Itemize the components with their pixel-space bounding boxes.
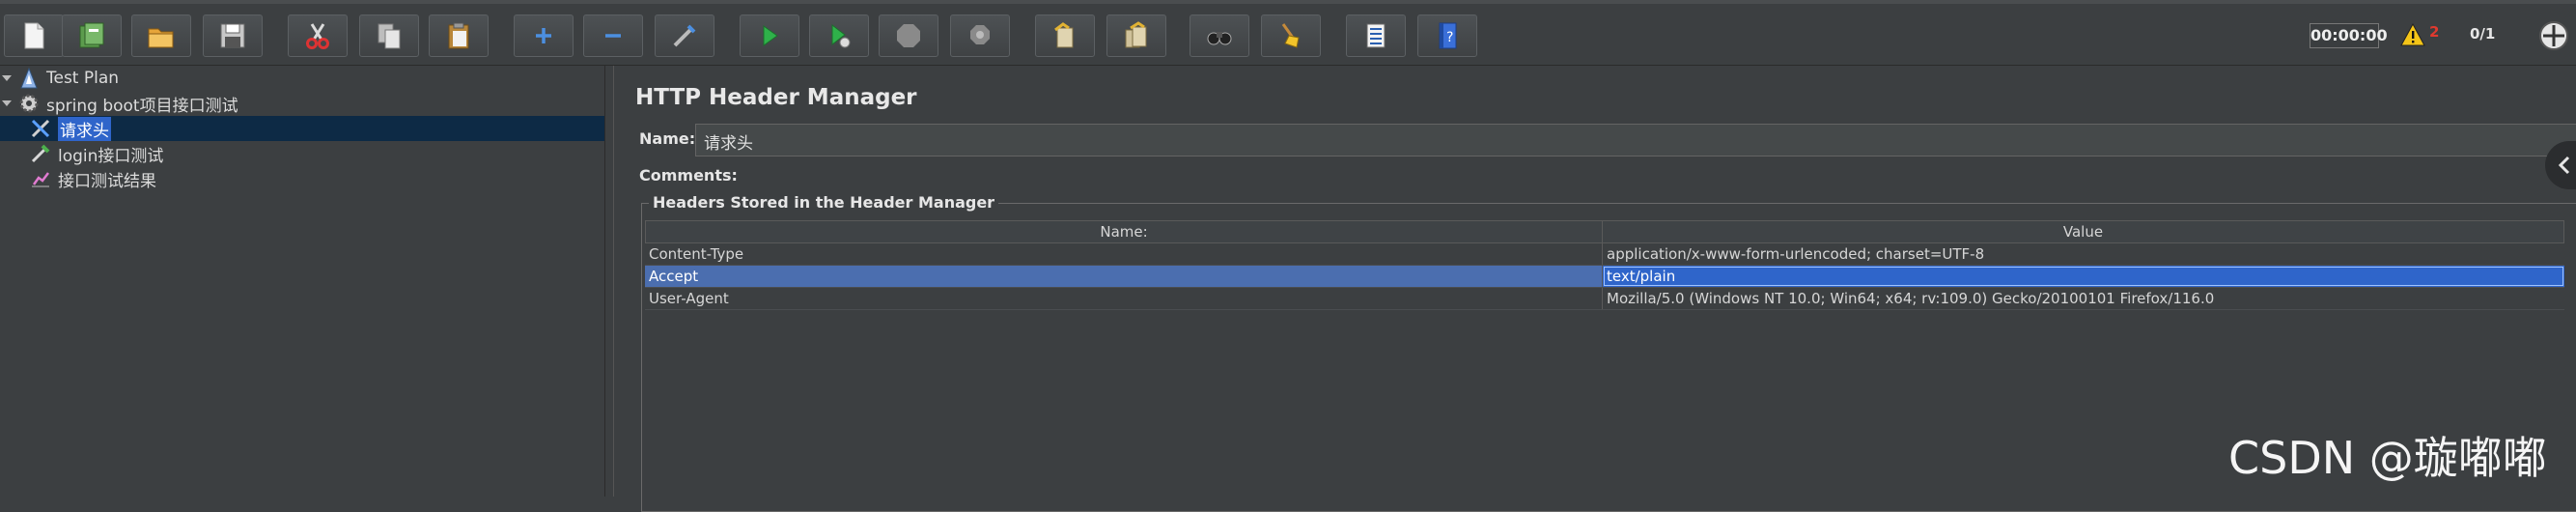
name-field[interactable]: 请求头 — [695, 124, 2576, 156]
start-no-pauses-button[interactable] — [809, 14, 869, 57]
warning-count: 2 — [2429, 23, 2440, 41]
new-icon — [24, 22, 44, 49]
elapsed-timer: 00:00:00 — [2310, 23, 2388, 48]
header-name-cell[interactable]: User-Agent — [645, 288, 1603, 309]
page-title: HTTP Header Manager — [635, 85, 917, 110]
chart-icon — [32, 172, 49, 187]
chevron-down-icon[interactable] — [0, 97, 14, 110]
header-manager-icon — [31, 119, 50, 138]
function-list-icon — [1366, 23, 1386, 48]
cut-icon — [306, 23, 329, 49]
tree-item-label: spring boot项目接口测试 — [46, 96, 238, 116]
tree-item-label: 请求头 — [58, 116, 111, 141]
start-no-pause-icon — [831, 23, 851, 48]
shutdown-icon — [970, 25, 990, 44]
toolbar: ? 00:00:00 2 0/1 — [0, 0, 2576, 66]
table-row-selected[interactable]: Accept text/plain — [645, 266, 2564, 288]
copy-button[interactable] — [359, 14, 419, 57]
clear-all-button[interactable] — [1106, 14, 1166, 57]
expand-all-button[interactable] — [514, 14, 574, 57]
copy-icon — [378, 23, 401, 49]
tree-item-thread-group[interactable]: spring boot项目接口测试 — [0, 91, 238, 116]
table-row[interactable]: Content-Type application/x-www-form-urle… — [645, 243, 2564, 266]
svg-text:?: ? — [1446, 30, 1453, 45]
collapse-all-button[interactable] — [583, 14, 643, 57]
clear-icon — [1054, 22, 1074, 48]
help-book-icon: ? — [1439, 22, 1457, 49]
shutdown-button[interactable] — [950, 14, 1010, 57]
column-header-name[interactable]: Name: — [646, 221, 1603, 242]
header-value-cell[interactable]: application/x-www-form-urlencoded; chars… — [1603, 243, 2564, 265]
minus-icon — [605, 34, 621, 38]
save-icon — [220, 23, 245, 48]
chevron-down-icon[interactable] — [0, 71, 14, 85]
headers-table: Name: Value Content-Type application/x-w… — [645, 220, 2564, 310]
header-value-cell-editing[interactable]: text/plain — [1603, 266, 2564, 287]
chevron-left-icon — [2558, 156, 2570, 175]
column-header-value[interactable]: Value — [1603, 221, 2563, 242]
function-helper-button[interactable] — [1346, 14, 1406, 57]
tree-item-test-plan[interactable]: Test Plan — [0, 66, 119, 91]
new-button[interactable] — [4, 14, 64, 57]
open-button[interactable] — [131, 14, 191, 57]
clear-all-icon — [1125, 21, 1147, 48]
help-button[interactable]: ? — [1417, 14, 1477, 57]
toggle-icon — [673, 24, 696, 47]
templates-icon — [79, 22, 104, 48]
watermark-text: CSDN @璇嘟嘟 — [2228, 432, 2547, 484]
header-value-cell[interactable]: Mozilla/5.0 (Windows NT 10.0; Win64; x64… — [1603, 288, 2564, 309]
test-plan-tree: Test Plan spring boot项目接口测试 请求头 login接口测… — [0, 66, 605, 497]
split-pane-divider[interactable] — [604, 66, 614, 497]
tree-item-results-listener[interactable]: 接口测试结果 — [0, 166, 156, 191]
status-area: 00:00:00 2 0/1 — [2306, 14, 2576, 58]
cut-button[interactable] — [288, 14, 348, 57]
start-button[interactable] — [740, 14, 799, 57]
save-button[interactable] — [203, 14, 263, 57]
open-icon — [148, 28, 174, 48]
warning-icon[interactable] — [2400, 23, 2425, 46]
search-button[interactable] — [1190, 14, 1249, 57]
tree-item-label: 接口测试结果 — [58, 171, 156, 191]
remote-engines-icon[interactable] — [2537, 19, 2570, 52]
headers-group-title: Headers Stored in the Header Manager — [649, 193, 999, 212]
binoculars-icon — [1207, 32, 1232, 45]
clear-button[interactable] — [1035, 14, 1095, 57]
paste-button[interactable] — [429, 14, 489, 57]
table-row[interactable]: User-Agent Mozilla/5.0 (Windows NT 10.0;… — [645, 288, 2564, 310]
broom-icon — [1281, 23, 1300, 48]
gear-icon — [19, 94, 39, 113]
table-header: Name: Value — [645, 220, 2564, 243]
start-icon — [763, 25, 778, 46]
stop-button[interactable] — [879, 14, 938, 57]
templates-button[interactable] — [62, 14, 122, 57]
tree-item-http-sampler[interactable]: login接口测试 — [0, 141, 163, 166]
comments-label: Comments: — [639, 166, 738, 185]
stop-icon — [897, 24, 920, 47]
header-name-cell[interactable]: Content-Type — [645, 243, 1603, 265]
header-name-cell[interactable]: Accept — [645, 266, 1603, 287]
paste-icon — [448, 22, 469, 49]
tree-item-label: Test Plan — [46, 69, 120, 88]
tree-item-label: login接口测试 — [58, 146, 164, 166]
toggle-button[interactable] — [655, 14, 714, 57]
name-label: Name: — [639, 129, 696, 148]
plus-icon — [536, 28, 551, 43]
pipette-icon — [31, 144, 50, 163]
tree-item-header-manager[interactable]: 请求头 — [0, 116, 604, 141]
test-plan-icon — [20, 67, 38, 89]
active-threads: 0/1 — [2470, 25, 2496, 43]
reset-search-button[interactable] — [1261, 14, 1321, 57]
